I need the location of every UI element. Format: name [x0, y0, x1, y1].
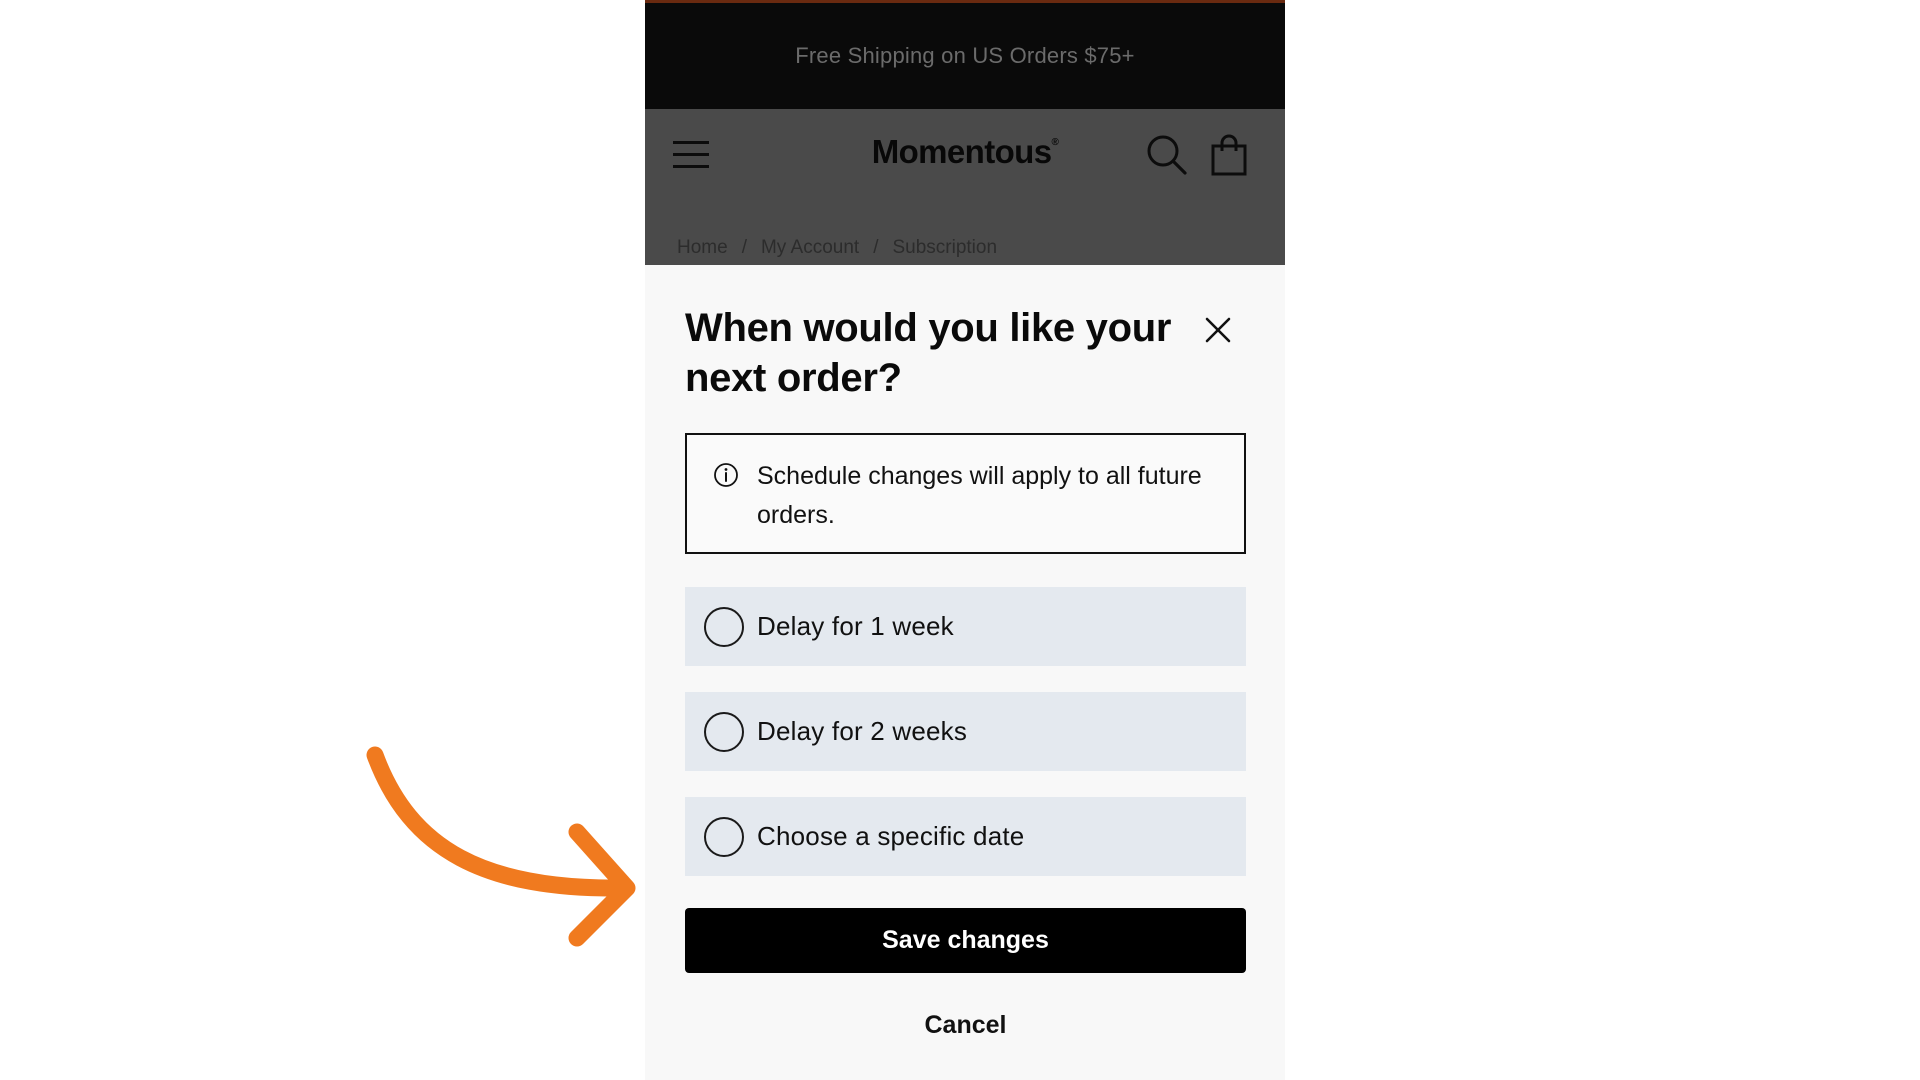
breadcrumb: Home / My Account / Subscription [677, 237, 997, 259]
breadcrumb-home[interactable]: Home [677, 237, 728, 259]
schedule-modal: When would you like your next order? Sch… [645, 265, 1285, 1080]
registered-mark: ® [1051, 137, 1059, 148]
mobile-viewport: Free Shipping on US Orders $75+ Momentou… [645, 0, 1285, 1080]
modal-title: When would you like your next order? [685, 306, 1172, 400]
info-text: Schedule changes will apply to all futur… [757, 462, 1202, 529]
info-icon [714, 463, 738, 487]
breadcrumb-subscription: Subscription [892, 237, 998, 258]
breadcrumb-separator: / [873, 237, 879, 258]
annotation-arrow-icon [366, 746, 636, 947]
info-notice: Schedule changes will apply to all futur… [685, 433, 1246, 554]
option-delay-1-week[interactable]: Delay for 1 week [685, 587, 1246, 666]
option-label: Delay for 2 weeks [757, 716, 968, 746]
close-icon[interactable] [1201, 313, 1235, 347]
option-delay-2-weeks[interactable]: Delay for 2 weeks [685, 692, 1246, 771]
cancel-button[interactable]: Cancel [685, 1000, 1246, 1050]
shopping-bag-icon[interactable] [1210, 133, 1248, 177]
breadcrumb-my-account[interactable]: My Account [761, 237, 859, 259]
promo-text: Free Shipping on US Orders $75+ [795, 43, 1135, 68]
brand-logo[interactable]: Momentous® [645, 133, 1285, 171]
save-changes-button[interactable]: Save changes [685, 908, 1246, 973]
radio-button[interactable] [704, 817, 744, 857]
option-specific-date[interactable]: Choose a specific date [685, 797, 1246, 876]
search-icon[interactable] [1145, 133, 1189, 177]
brand-logo-text: Momentous [871, 133, 1052, 170]
breadcrumb-separator: / [741, 237, 747, 258]
radio-button[interactable] [704, 712, 744, 752]
site-header-dimmed: Momentous® Home / My Account / Subscript… [645, 109, 1285, 265]
radio-button[interactable] [704, 607, 744, 647]
option-label: Choose a specific date [757, 821, 1025, 851]
option-label: Delay for 1 week [757, 611, 954, 641]
promo-banner: Free Shipping on US Orders $75+ [645, 3, 1285, 109]
